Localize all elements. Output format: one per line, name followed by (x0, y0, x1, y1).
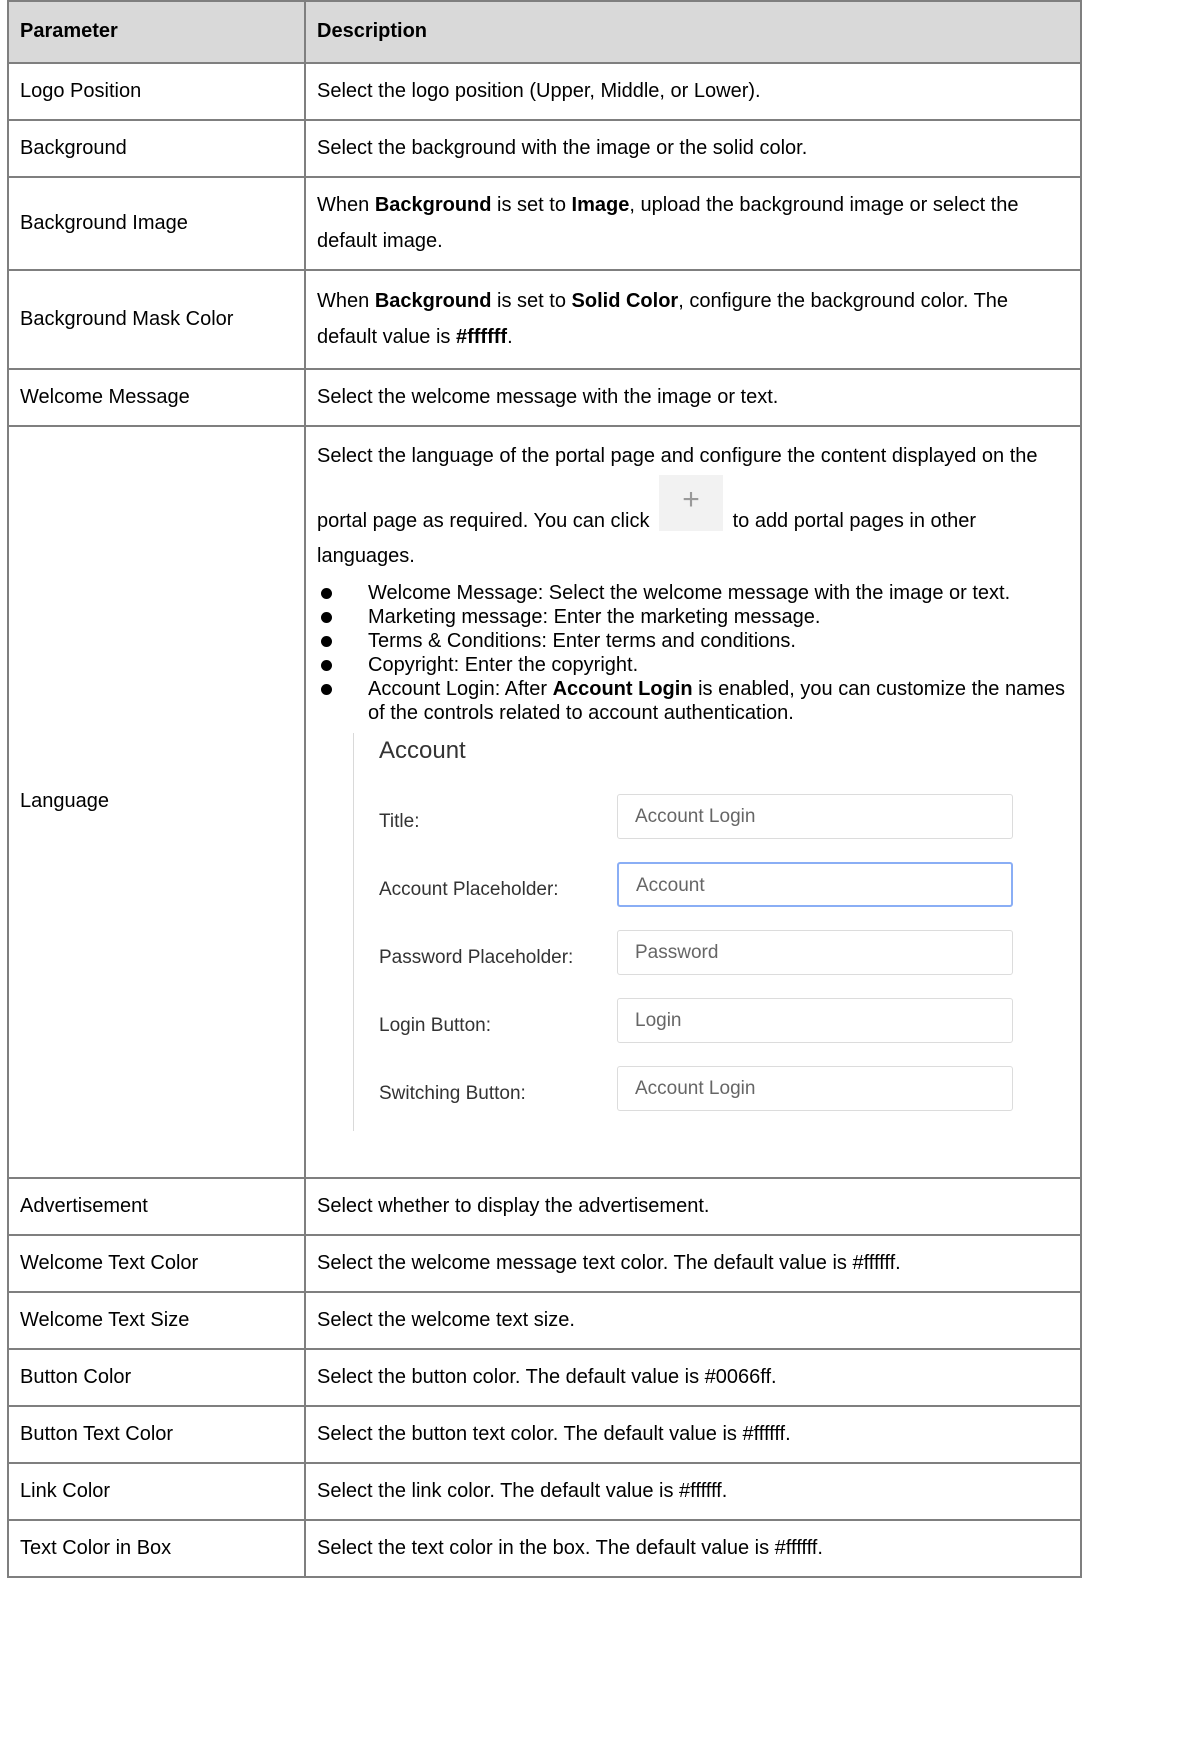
table-row: Advertisement Select whether to display … (7, 1177, 1082, 1236)
desc-cell: Select the logo position (Upper, Middle,… (304, 62, 1082, 121)
desc-cell: Select the button text color. The defaul… (304, 1405, 1082, 1464)
desc-cell: When Background is set to Solid Color, c… (304, 269, 1082, 370)
login-button-input[interactable]: Login (617, 998, 1013, 1044)
table-row: Background Select the background with th… (7, 119, 1082, 178)
table-row: Background Mask Color When Background is… (7, 269, 1082, 370)
list-item: Welcome Message: Select the welcome mess… (317, 581, 1069, 605)
param-cell: Welcome Message (7, 368, 306, 427)
language-intro: Select the language of the portal page a… (317, 439, 1069, 575)
table-row: Welcome Text Size Select the welcome tex… (7, 1291, 1082, 1350)
desc-bold: #ffffff (455, 325, 508, 348)
table-row: Text Color in Box Select the text color … (7, 1519, 1082, 1578)
table-row: Logo Position Select the logo position (… (7, 62, 1082, 121)
desc-text: When (317, 289, 375, 312)
password-placeholder-input[interactable]: Password (617, 930, 1013, 976)
account-field-row: Switching Button: Account Login (379, 1055, 1069, 1123)
param-cell: Text Color in Box (7, 1519, 306, 1578)
list-item: Copyright: Enter the copyright. (317, 653, 1069, 677)
param-cell: Button Text Color (7, 1405, 306, 1464)
desc-cell: Select the link color. The default value… (304, 1462, 1082, 1521)
param-cell: Background Mask Color (7, 269, 306, 370)
param-cell: Welcome Text Size (7, 1291, 306, 1350)
account-placeholder-label: Account Placeholder: (379, 878, 559, 900)
account-field-row: Title: Account Login (379, 783, 1069, 851)
table-row: Language Select the language of the port… (7, 425, 1082, 1179)
desc-text: When (317, 193, 375, 216)
param-cell: Logo Position (7, 62, 306, 121)
param-cell: Button Color (7, 1348, 306, 1407)
desc-bold: Background (374, 289, 492, 312)
desc-cell: Select the welcome text size. (304, 1291, 1082, 1350)
table-row: Welcome Message Select the welcome messa… (7, 368, 1082, 427)
desc-cell: Select the welcome message with the imag… (304, 368, 1082, 427)
add-language-button[interactable]: + (659, 474, 724, 531)
switching-button-input[interactable]: Account Login (617, 1066, 1013, 1112)
parameter-table: Parameter Description Logo Position Sele… (7, 0, 1082, 1578)
table-row: Background Image When Background is set … (7, 176, 1082, 271)
list-item: Account Login: After Account Login is en… (317, 677, 1069, 725)
list-item: Marketing message: Enter the marketing m… (317, 605, 1069, 629)
desc-text: . (507, 325, 513, 348)
table-row: Button Color Select the button color. Th… (7, 1348, 1082, 1407)
account-field-row: Account Placeholder: Account (379, 851, 1069, 919)
desc-cell: Select the background with the image or … (304, 119, 1082, 178)
param-cell: Link Color (7, 1462, 306, 1521)
param-cell: Welcome Text Color (7, 1234, 306, 1293)
table-row: Button Text Color Select the button text… (7, 1405, 1082, 1464)
param-cell: Background (7, 119, 306, 178)
bullet-list: Welcome Message: Select the welcome mess… (317, 581, 1069, 725)
title-label: Title: (379, 810, 420, 832)
desc-cell: Select the button color. The default val… (304, 1348, 1082, 1407)
param-cell: Language (7, 425, 306, 1179)
header-parameter: Parameter (7, 0, 306, 64)
desc-text: is set to (491, 289, 572, 312)
list-item: Terms & Conditions: Enter terms and cond… (317, 629, 1069, 653)
desc-bold: Account Login (552, 677, 693, 700)
table-header-row: Parameter Description (7, 0, 1082, 64)
desc-text: Account Login: After (368, 677, 553, 700)
title-input[interactable]: Account Login (617, 794, 1013, 840)
account-heading: Account (379, 736, 466, 764)
plus-icon: + (682, 482, 700, 516)
param-cell: Advertisement (7, 1177, 306, 1236)
table-row: Link Color Select the link color. The de… (7, 1462, 1082, 1521)
table-row: Welcome Text Color Select the welcome me… (7, 1234, 1082, 1293)
desc-bold: Solid Color (571, 289, 679, 312)
desc-bold: Background (374, 193, 492, 216)
password-placeholder-label: Password Placeholder: (379, 946, 574, 968)
desc-cell: Select the text color in the box. The de… (304, 1519, 1082, 1578)
account-settings-panel: Account Title: Account Login Account Pla… (353, 732, 1069, 1131)
account-placeholder-input[interactable]: Account (617, 862, 1013, 908)
login-button-label: Login Button: (379, 1014, 491, 1036)
desc-cell: Select whether to display the advertisem… (304, 1177, 1082, 1236)
header-description: Description (304, 0, 1082, 64)
account-field-row: Login Button: Login (379, 987, 1069, 1055)
desc-text: is set to (491, 193, 572, 216)
desc-cell: Select the language of the portal page a… (304, 425, 1082, 1179)
switching-button-label: Switching Button: (379, 1082, 526, 1104)
account-field-row: Password Placeholder: Password (379, 919, 1069, 987)
desc-cell: Select the welcome message text color. T… (304, 1234, 1082, 1293)
desc-cell: When Background is set to Image, upload … (304, 176, 1082, 271)
param-cell: Background Image (7, 176, 306, 271)
desc-bold: Image (571, 193, 630, 216)
